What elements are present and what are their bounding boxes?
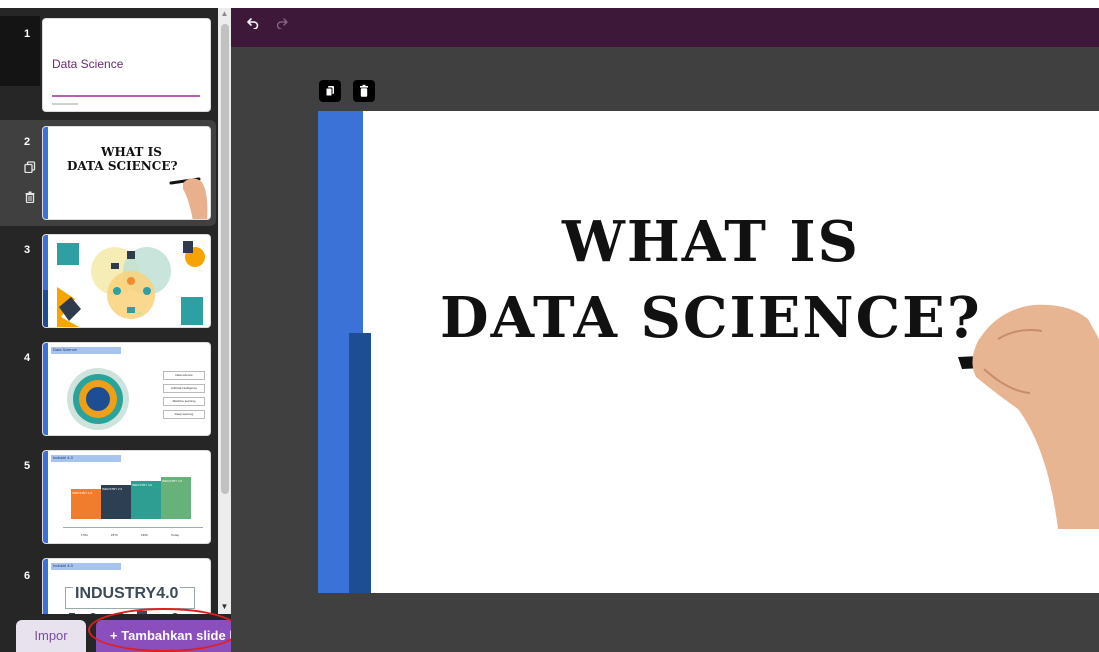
slide-5-header: Industri 4.0 [53, 455, 73, 460]
slide-accent-gap [363, 111, 371, 333]
thumb-accent-bar [43, 127, 48, 219]
industry-block-3: INDUSTRY 3.0 [131, 481, 161, 519]
industry-block-4: INDUSTRY 4.0 [161, 477, 191, 519]
slide-1-title: Data Science [52, 57, 124, 71]
slide-thumbnail-3[interactable] [42, 234, 211, 328]
scroll-down-arrow-icon[interactable]: ▼ [220, 602, 229, 611]
slide-1-subtitle-line [52, 103, 78, 105]
slide-number: 6 [24, 570, 31, 582]
slide-number: 4 [24, 352, 31, 364]
slide-row-5[interactable]: 5 Industri 4.0 INDUSTRY 1.0 INDUSTRY 2.0… [0, 444, 216, 550]
trash-icon[interactable] [24, 191, 36, 203]
slide-4-list: Data science Artificial intelligence Mac… [163, 371, 205, 419]
duplicate-slide-button[interactable] [319, 80, 341, 102]
hand-marker-image [169, 177, 208, 219]
delete-slide-button[interactable] [353, 80, 375, 102]
slide-4-item: Data science [163, 371, 205, 380]
hand-with-marker-image [958, 304, 1099, 529]
slide-6-header: Industri 4.0 [53, 563, 73, 568]
slide-list-panel: 1 Data Science 2 WHAT IS DATA SCIENCE? 3… [0, 8, 231, 652]
duplicate-icon[interactable] [24, 161, 36, 173]
slide-thumbnail-4[interactable]: Data Science Data science Artificial int… [42, 342, 211, 436]
editor-toolbar [231, 8, 1099, 47]
duplicate-icon [325, 86, 334, 97]
redo-icon[interactable] [276, 17, 288, 29]
undo-icon[interactable] [247, 17, 259, 29]
slide-4-item: Deep learning [163, 410, 205, 419]
slide-title-line-1[interactable]: WHAT IS [562, 209, 860, 275]
slide-4-header: Data Science [53, 347, 77, 352]
slide-title-line-2[interactable]: DATA SCIENCE? [440, 285, 982, 351]
industry-label: INDUSTRY 4.0 [162, 479, 183, 483]
slide-row-4[interactable]: 4 Data Science Data science Artificial i… [0, 336, 216, 442]
sidebar-scroll-thumb[interactable] [221, 24, 229, 494]
slide-row-2[interactable]: 2 WHAT IS DATA SCIENCE? [0, 120, 216, 226]
timeline-year: 1870 [111, 533, 118, 537]
slide-6-title: INDUSTRY4.0 [73, 585, 181, 603]
slide-number: 1 [24, 28, 31, 40]
slide-number: 5 [24, 460, 31, 472]
slide-thumbnail-2[interactable]: WHAT IS DATA SCIENCE? [42, 126, 211, 220]
slide-4-item: Machine learning [163, 397, 205, 406]
trash-icon [360, 84, 368, 97]
slide-2-title-1: WHAT IS [101, 145, 162, 159]
timeline-year: 1784 [81, 533, 88, 537]
venn-diagram-image [51, 237, 209, 327]
industry-block-2: INDUSTRY 2.0 [101, 485, 131, 519]
slide-number: 3 [24, 244, 31, 256]
red-circle-annotation [88, 608, 240, 652]
timeline-line [63, 527, 203, 528]
slide-thumbnail-5[interactable]: Industri 4.0 INDUSTRY 1.0 INDUSTRY 2.0 I… [42, 450, 211, 544]
slide-number: 2 [24, 136, 31, 148]
slide-thumbnail-1[interactable]: Data Science [42, 18, 211, 112]
timeline-year: Today [171, 533, 180, 537]
scroll-up-arrow-icon[interactable]: ▲ [220, 9, 229, 18]
industry-block-1: INDUSTRY 1.0 [71, 489, 101, 519]
import-button[interactable]: Impor [16, 620, 86, 652]
thumb-accent-bar [43, 343, 48, 435]
industry-label: INDUSTRY 3.0 [132, 483, 153, 487]
slide-canvas[interactable]: WHAT IS DATA SCIENCE? [318, 111, 1099, 593]
timeline-year: 1969 [141, 533, 148, 537]
thumb-accent-bar-dark [43, 290, 48, 327]
slide-row-1[interactable]: 1 Data Science [0, 12, 216, 118]
slide-2-title-2: DATA SCIENCE? [67, 159, 178, 173]
slide-row-3[interactable]: 3 [0, 228, 216, 334]
slide-editor: 1 Data Science 2 WHAT IS DATA SCIENCE? 3… [0, 0, 1099, 652]
industry-label: INDUSTRY 2.0 [102, 487, 123, 491]
top-strip [0, 0, 1099, 8]
slide-4-item: Artificial intelligence [163, 384, 205, 393]
industry-label: INDUSTRY 1.0 [72, 491, 93, 495]
concentric-circles-image [67, 368, 129, 430]
slide-accent-bar-dark [349, 333, 371, 593]
slide-1-underline [52, 95, 200, 97]
thumb-accent-bar [43, 451, 48, 543]
